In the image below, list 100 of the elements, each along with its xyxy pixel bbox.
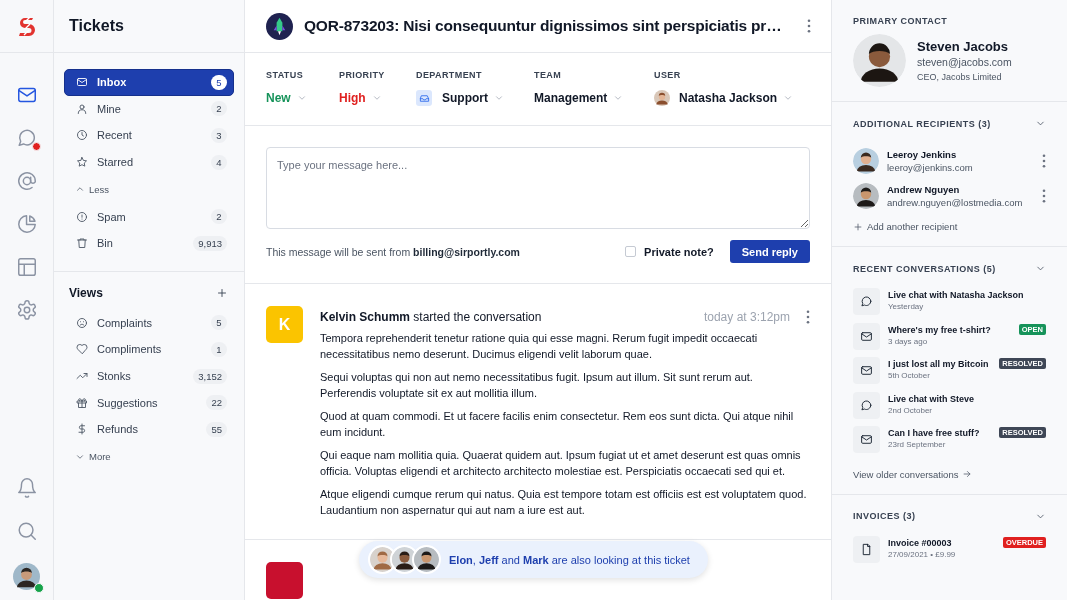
mention-icon[interactable] — [15, 170, 38, 192]
frown-icon — [76, 316, 88, 329]
rocket-logo-icon — [266, 12, 293, 40]
chevron-down-icon — [613, 93, 624, 103]
star-icon — [76, 156, 88, 169]
chevron-down-icon — [783, 93, 794, 103]
conversation-title: Live chat with Steve — [888, 393, 976, 404]
views-title: Views — [69, 285, 103, 300]
section-heading: PRIMARY CONTACT — [853, 16, 949, 26]
sidebar-item[interactable]: Compliments 1 — [64, 336, 234, 363]
add-icon[interactable] — [216, 286, 228, 299]
layout-icon[interactable] — [15, 256, 38, 278]
trash-icon — [76, 237, 88, 250]
conversation-item[interactable]: Live chat with Steve 2nd October — [853, 391, 1046, 426]
nav-label: Stonks — [97, 370, 132, 383]
message-paragraph: Qui eaque nam mollitia quia. Quaerat quidem aut. Ipsum fugiat ut et amet deserunt est quas omnis officia. Voluptas eligendi et architecto architecto molestiae est. Perspiciatis occaecati sed qui et. — [320, 448, 802, 479]
alert-icon — [76, 210, 88, 223]
more-options-icon[interactable] — [1042, 188, 1046, 203]
ticket-title: QOR-873203: Nisi consequuntur dignissimos sint perspiciatis pr… — [304, 17, 783, 35]
chevron-down-icon — [371, 93, 382, 103]
message-paragraph: Sequi voluptas qui non aut nemo necessitatibus fugit. Ipsum aut illum. Sit sunt rerum aut. Perferendis voluptate sit ex aut mollitia illum. — [320, 370, 754, 401]
message-field[interactable]: Type your message here... — [266, 147, 810, 229]
sidebar-item[interactable]: Recent 3 — [64, 122, 234, 149]
sidebar-item[interactable]: Bin 9,913 — [64, 229, 234, 257]
author-avatar: K — [266, 306, 303, 343]
sender-note: This message will be sent from billing@sirportly.com — [266, 245, 521, 258]
item-count: 4 — [211, 154, 227, 170]
message-paragraph: Quod at quam commodi. Et ut facere facilis enim consectetur. Rem eos sunt dicta. Qui atque nihil eum incidunt. — [320, 409, 795, 440]
nav-label: Spam — [97, 210, 127, 223]
item-count: 9,913 — [193, 235, 227, 251]
nav-label: Compliments — [97, 343, 163, 356]
more-options-icon[interactable] — [806, 310, 810, 324]
message-paragraph: Tempora reprehenderit tenetur ratione quia qui esse magni. Rerum fugit impedit occaecati necessitatibus nemo deserunt. Ducimus eligendi velit laborum quae. — [320, 331, 759, 362]
conversation-date: 5th October — [888, 371, 931, 380]
sidebar-item[interactable]: Starred 4 — [64, 148, 234, 176]
sidebar-item[interactable]: Refunds 55 — [64, 415, 234, 443]
item-count: 3 — [211, 128, 227, 143]
recipient-avatar — [853, 182, 879, 209]
user-avatar — [654, 90, 670, 106]
nav-label: Suggestions — [97, 396, 159, 409]
item-count: 5 — [211, 315, 227, 331]
contact-name: Steven Jacobs — [917, 39, 1010, 54]
more-options-icon[interactable] — [1042, 153, 1046, 168]
recipient-name: Leeroy Jenkins — [887, 148, 958, 160]
field-dropdown[interactable]: Natasha Jackson — [654, 90, 794, 106]
private-note-label: Private note? — [644, 245, 714, 258]
field-dropdown[interactable]: Support — [416, 90, 534, 106]
more-toggle[interactable]: More — [64, 442, 234, 471]
sidebar-item[interactable]: Stonks 3,152 — [64, 362, 234, 390]
item-count: 3,152 — [193, 368, 227, 384]
pie-chart-icon[interactable] — [15, 213, 38, 235]
user-avatar[interactable] — [13, 563, 40, 590]
view-older-link[interactable]: View older conversations — [853, 468, 1046, 480]
mail-icon — [860, 329, 873, 343]
conversation-title: Live chat with Natasha Jackson — [888, 290, 1025, 300]
field-dropdown[interactable]: Management — [534, 90, 654, 106]
sidebar-item[interactable]: Complaints 5 — [64, 309, 234, 337]
field-dropdown[interactable]: High — [339, 90, 416, 106]
send-reply-button[interactable]: Send reply — [729, 240, 810, 263]
arrow-right-icon — [962, 469, 973, 479]
presence-text: Elon, Jeff and Mark are also looking at this ticket — [449, 553, 690, 566]
item-count: 2 — [211, 101, 227, 117]
item-count: 5 — [211, 74, 227, 90]
sidebar-item[interactable]: Suggestions 22 — [64, 389, 234, 416]
conversation-title: Can I have free stuff? — [888, 428, 981, 438]
section-heading: ADDITIONAL RECIPIENTS (3) — [853, 118, 991, 129]
field-label: STATUS — [266, 70, 305, 80]
conversation-date: 23rd September — [888, 440, 947, 449]
sidebar-item[interactable]: Mine 2 — [64, 95, 234, 123]
mail-icon — [860, 433, 873, 446]
clock-icon — [76, 129, 88, 142]
invoice-title: Invoice #00003 — [888, 537, 953, 548]
nav-label: Refunds — [97, 423, 139, 436]
recipient-email: andrew.nguyen@lostmedia.com — [887, 196, 1024, 208]
notifications-icon[interactable] — [15, 477, 38, 499]
section-heading: RECENT CONVERSATIONS (5) — [853, 263, 996, 274]
field-label: USER — [654, 70, 682, 80]
field-dropdown[interactable]: New — [266, 90, 339, 106]
nav-label: Mine — [97, 102, 122, 115]
more-options-icon[interactable] — [807, 19, 811, 33]
chat-icon[interactable] — [15, 127, 38, 149]
recipient-avatar — [853, 147, 879, 174]
heart-icon — [76, 343, 88, 356]
contact-avatar — [853, 34, 906, 87]
plus-icon — [853, 221, 863, 232]
nav-label: Inbox — [97, 76, 128, 89]
less-toggle[interactable]: Less — [64, 175, 234, 204]
add-recipient-link[interactable]: Add another recipient — [853, 221, 1046, 232]
private-note-checkbox[interactable] — [625, 246, 637, 257]
nav-label: Bin — [97, 237, 114, 250]
sidebar-item[interactable]: Spam 2 — [64, 203, 234, 230]
item-count: 1 — [211, 341, 227, 357]
nav-label: Starred — [97, 156, 135, 169]
field-label: PRIORITY — [339, 70, 386, 80]
settings-icon[interactable] — [15, 299, 38, 321]
item-count: 22 — [206, 395, 227, 411]
conversation-item[interactable]: Live chat with Natasha Jackson Yesterday — [853, 288, 1046, 323]
item-count: 55 — [206, 421, 227, 437]
sidebar-item[interactable]: Inbox 5 — [64, 69, 234, 96]
conversation-date: Yesterday — [888, 302, 925, 311]
